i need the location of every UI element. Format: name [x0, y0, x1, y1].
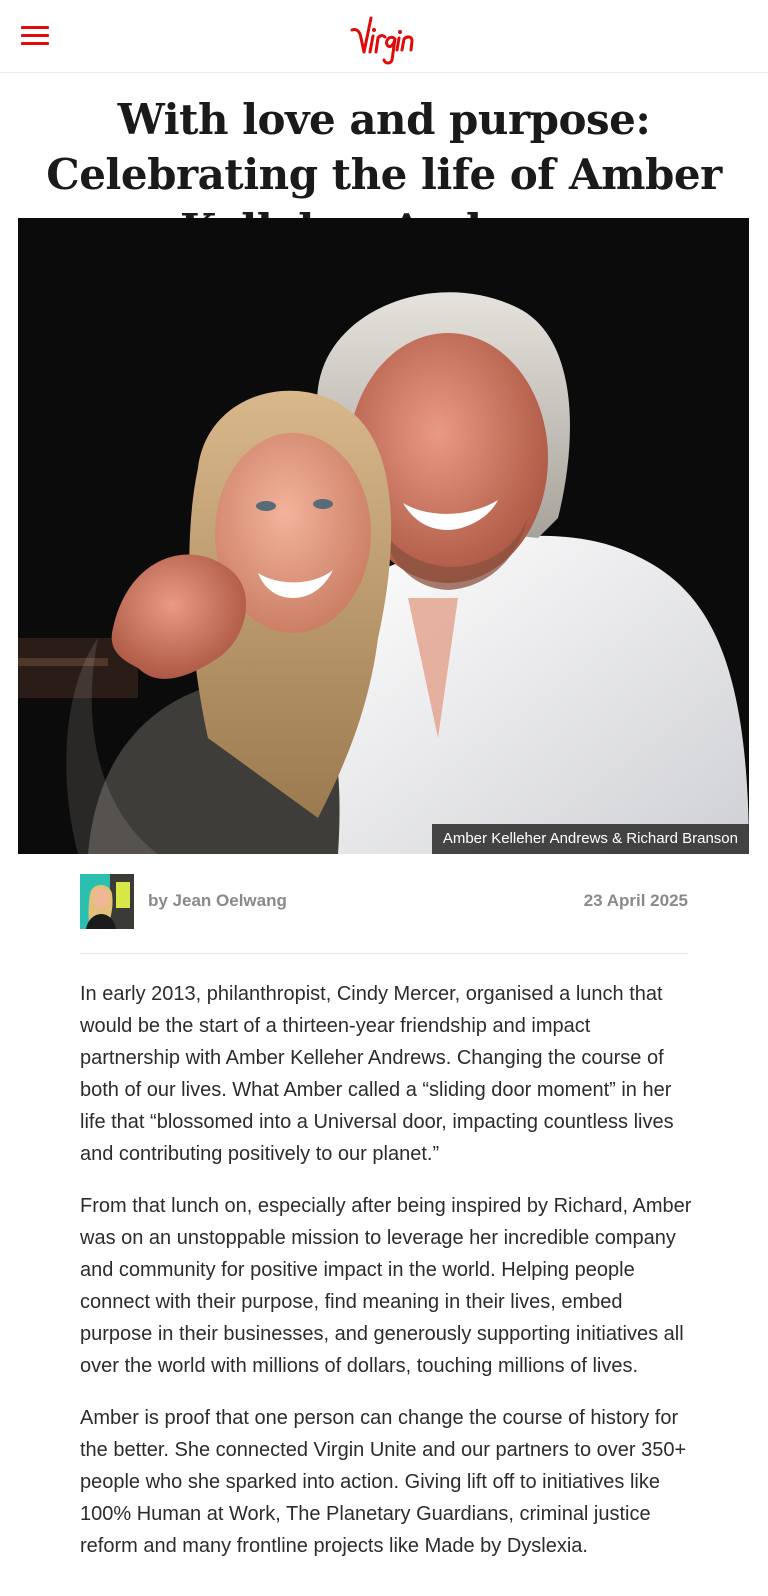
hero-photo-illustration: [18, 218, 749, 854]
menu-bar: [21, 42, 49, 45]
byline: by Jean Oelwang 23 April 2025: [80, 874, 688, 954]
article-body: In early 2013, philanthropist, Cindy Mer…: [80, 978, 692, 1582]
hamburger-menu-icon[interactable]: [21, 24, 50, 48]
site-header: [0, 0, 768, 73]
avatar[interactable]: [80, 874, 134, 929]
article-paragraph: From that lunch on, especially after bei…: [80, 1195, 692, 1377]
article-paragraph: In early 2013, philanthropist, Cindy Mer…: [80, 983, 674, 1165]
menu-bar: [21, 34, 49, 37]
hero-caption: Amber Kelleher Andrews & Richard Branson: [431, 824, 749, 854]
virgin-logo-icon: [350, 16, 414, 65]
article-paragraph: Amber is proof that one person can chang…: [80, 1407, 687, 1557]
author-avatar-image: [80, 874, 134, 929]
menu-bar: [21, 26, 49, 29]
post-date: 23 April 2025: [583, 891, 688, 910]
author-name[interactable]: by Jean Oelwang: [148, 891, 287, 911]
virgin-logo[interactable]: [349, 8, 417, 66]
hero-photo: Amber Kelleher Andrews & Richard Branson: [18, 218, 749, 854]
